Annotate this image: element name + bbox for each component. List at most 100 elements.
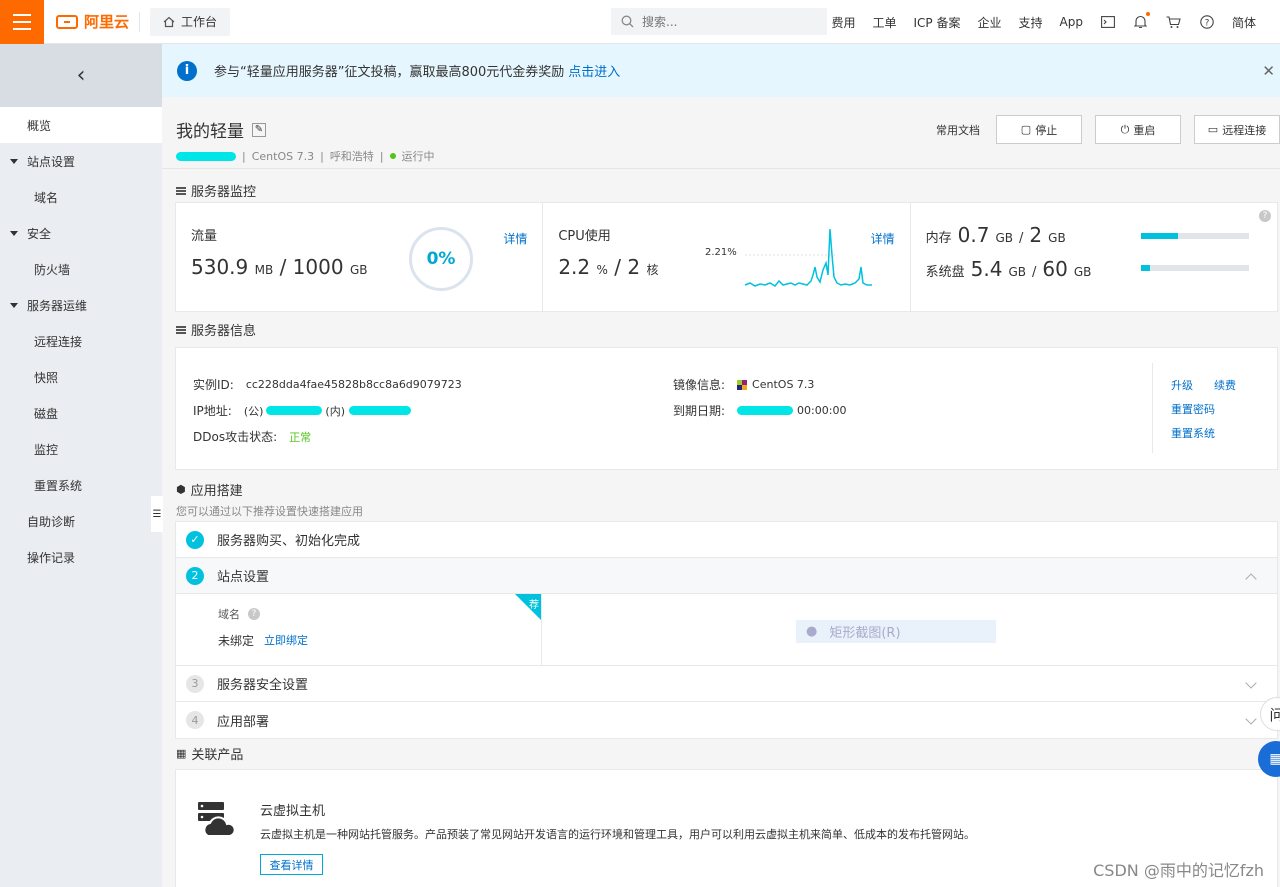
info-links: 升级 续费 重置密码 重置系统 [1152, 363, 1236, 453]
traffic-value: 530.9 MB / 1000 GB [191, 255, 368, 279]
nav-billing[interactable]: 费用 [831, 14, 855, 31]
cpu-used: 2.2 [558, 255, 591, 279]
nav-app[interactable]: App [1060, 15, 1083, 29]
sidebar: ‹ 概览站点设置 域名 安全防火墙服务器运维远程连接快照磁盘监控重置系统 自助诊断 操作… [0, 44, 163, 887]
traffic-label: 流量 [191, 229, 218, 244]
restart-button[interactable]: ⏻ 重启 [1095, 115, 1181, 144]
nav-enterprise[interactable]: 企业 [978, 14, 1002, 31]
step-3[interactable]: 3 服务器安全设置 [176, 666, 1277, 702]
monitor-card: 流量 530.9 MB / 1000 GB 0% 详情 CPU使用 2.2 % … [175, 202, 1278, 312]
server-name: 我的轻量 [176, 122, 244, 142]
remote-connect-button[interactable]: ▭ 远程连接 [1194, 115, 1280, 144]
search-icon [621, 15, 634, 28]
server-region: 呼和浩特 [329, 150, 374, 163]
power-icon: ⏻ [1120, 122, 1130, 136]
reset-password-link[interactable]: 重置密码 [1171, 401, 1215, 417]
cpu-value: 2.2 % / 2 核 [558, 255, 659, 279]
nav-ticket[interactable]: 工单 [873, 14, 897, 31]
sidebar-item[interactable]: 服务器运维 [0, 287, 162, 323]
help-icon[interactable]: ? [248, 608, 260, 620]
monitor-title: 服务器监控 [191, 185, 257, 200]
terminal-icon[interactable] [1100, 14, 1116, 30]
sidebar-item[interactable]: 重置系统 [0, 467, 162, 503]
unit: GB [1048, 231, 1066, 245]
status-badge: 运行中 [401, 150, 435, 163]
upgrade-link[interactable]: 升级 [1171, 377, 1193, 393]
traffic-detail-link[interactable]: 详情 [503, 230, 527, 247]
disk-bar-fill [1140, 265, 1151, 271]
virtual-host-icon [198, 802, 236, 837]
expire-row: 到期日期: 00:00:00 [673, 402, 846, 419]
caret-down-icon [10, 302, 18, 308]
cpu-line [745, 228, 873, 287]
bind-domain-link[interactable]: 立即绑定 [264, 632, 308, 649]
back-button[interactable]: ‹ [0, 44, 162, 107]
instance-row: 实例ID: cc228dda4fae45828b8cc8a6d9079723 [193, 376, 462, 393]
cube-icon: ⬢ [176, 483, 186, 496]
chevron-up-icon [1245, 573, 1257, 585]
search-input[interactable] [642, 14, 812, 29]
renew-link[interactable]: 续费 [1214, 377, 1236, 393]
step-label: 应用部署 [217, 714, 270, 730]
sidebar-item-label: 快照 [34, 370, 59, 385]
traffic-used: 530.9 [191, 255, 249, 279]
unit: GB [1073, 265, 1092, 279]
section-icon [176, 325, 186, 334]
stop-label: 停止 [1035, 123, 1058, 137]
menu-icon[interactable] [0, 0, 44, 44]
sidebar-item[interactable]: 磁盘 [0, 395, 162, 431]
stop-icon: ▢ [1020, 123, 1032, 136]
docs-link[interactable]: 常用文档 [936, 122, 980, 138]
sidebar-item[interactable]: 快照 [0, 359, 162, 395]
sidebar-item[interactable]: 域名 [0, 179, 162, 215]
feedback-text: 问 [1269, 705, 1280, 724]
sidebar-item[interactable]: 防火墙 [0, 251, 162, 287]
sidebar-item[interactable]: 操作记录 [0, 539, 162, 575]
top-nav: 费用 工单 ICP 备案 企业 支持 App ? 简体 [831, 0, 1256, 44]
traffic-cell: 流量 530.9 MB / 1000 GB 0% 详情 [176, 203, 544, 311]
redacted-mask [176, 151, 236, 161]
cpu-detail-link[interactable]: 详情 [871, 230, 895, 247]
view-details-button[interactable]: 查看详情 [260, 854, 323, 875]
traffic-ring: 0% [409, 227, 473, 291]
nav-support[interactable]: 支持 [1019, 14, 1043, 31]
language-switch[interactable]: 简体 [1232, 14, 1256, 31]
reset-system-link[interactable]: 重置系统 [1171, 425, 1215, 441]
divider [162, 168, 1280, 169]
expire-value: 00:00:00 [797, 404, 847, 417]
sidebar-item[interactable]: 自助诊断 [0, 503, 162, 539]
sidebar-item[interactable]: 安全 [0, 215, 162, 251]
sidebar-item[interactable]: 远程连接 [0, 323, 162, 359]
sidebar-item[interactable]: 站点设置 [0, 143, 162, 179]
sidebar-item[interactable]: 监控 [0, 431, 162, 467]
step-4[interactable]: 4 应用部署 [176, 702, 1277, 738]
step-1[interactable]: ✓ 服务器购买、初始化完成 [176, 522, 1277, 558]
logo[interactable]: 阿里云 [56, 11, 129, 32]
sidebar-item[interactable]: 概览 [0, 107, 162, 143]
step-2[interactable]: 2 站点设置 [176, 558, 1277, 594]
nav-icp[interactable]: ICP 备案 [914, 14, 961, 31]
info-icon: i [177, 60, 197, 81]
sidebar-item-label: 远程连接 [34, 334, 83, 349]
image-label: 镜像信息: [673, 378, 726, 392]
sidebar-item-label: 服务器运维 [27, 298, 88, 313]
traffic-total: 1000 [292, 255, 344, 279]
domain-label: 域名 [218, 608, 240, 621]
close-icon[interactable]: ✕ [1262, 62, 1275, 80]
chevron-down-icon [1245, 677, 1257, 689]
sidebar-item-label: 概览 [27, 118, 52, 133]
unit: % [596, 263, 608, 277]
notification-dot [1145, 12, 1150, 16]
sidebar-item-label: 防火墙 [34, 262, 71, 277]
app-tip: 您可以通过以下推荐设置快速搭建应用 [176, 505, 363, 518]
sidebar-item-label: 监控 [34, 442, 59, 457]
notice-link[interactable]: 点击进入 [568, 61, 620, 80]
cart-icon[interactable] [1166, 14, 1182, 30]
help-icon[interactable]: ? [1199, 14, 1215, 30]
stop-button[interactable]: ▢ 停止 [996, 115, 1082, 144]
search-box[interactable] [611, 8, 827, 35]
help-icon[interactable]: ? [1258, 210, 1271, 222]
edit-icon[interactable]: ✎ [252, 122, 266, 137]
bell-icon[interactable] [1133, 12, 1150, 30]
workbench-button[interactable]: 工作台 [150, 7, 231, 36]
